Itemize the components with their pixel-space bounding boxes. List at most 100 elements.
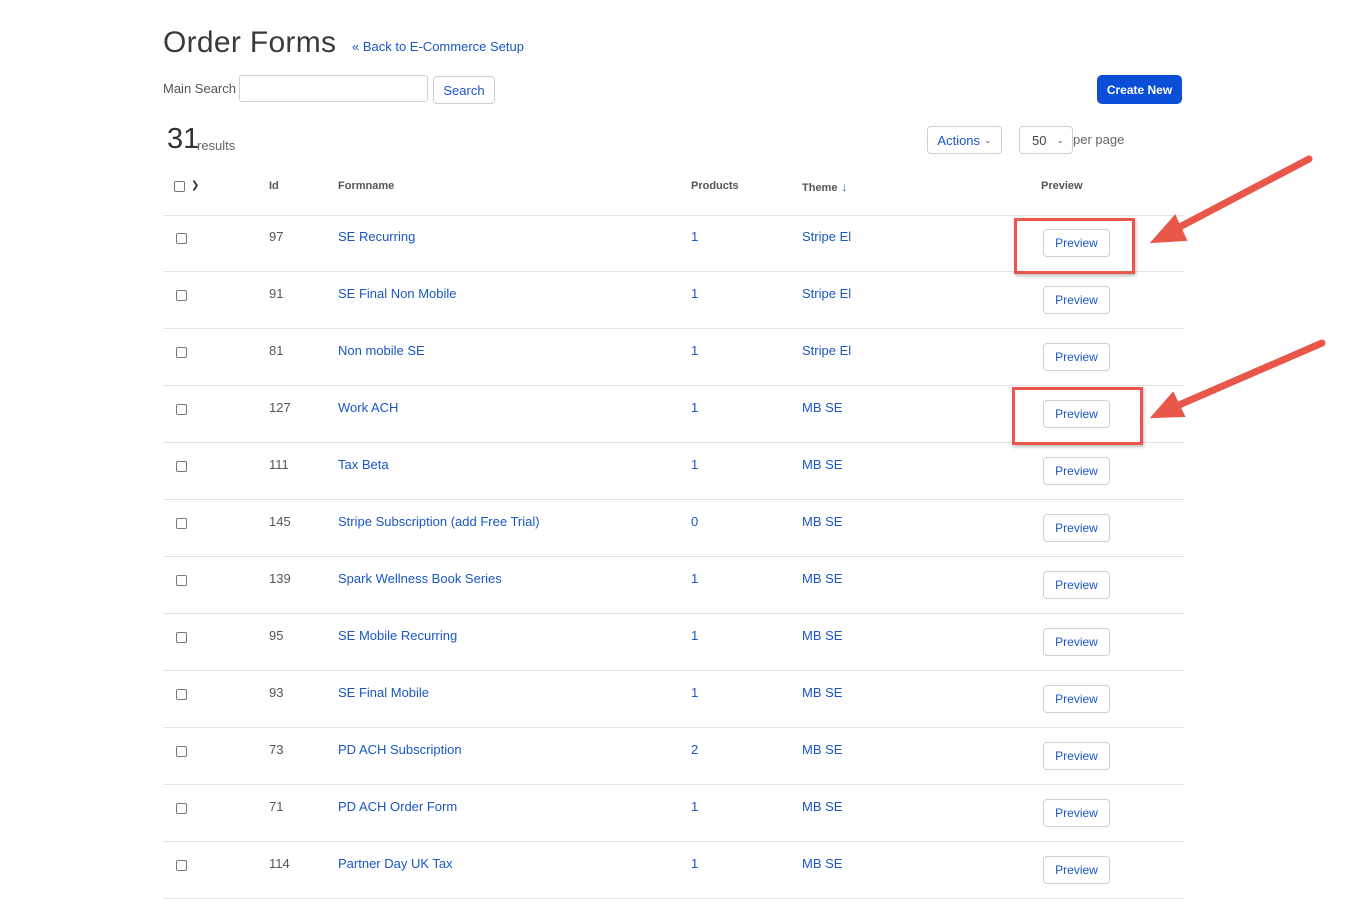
table-row: 145 Stripe Subscription (add Free Trial) 0… xyxy=(163,500,1184,557)
cell-theme-link[interactable]: MB SE xyxy=(802,799,842,814)
results-label: results xyxy=(197,138,236,153)
cell-formname-link[interactable]: Tax Beta xyxy=(338,457,389,472)
cell-theme-link[interactable]: MB SE xyxy=(802,628,842,643)
cell-id: 114 xyxy=(269,856,290,871)
cell-theme-link[interactable]: Stripe El xyxy=(802,229,851,244)
table-row: 111 Tax Beta 1 MB SE Preview xyxy=(163,443,1184,500)
cell-formname-link[interactable]: SE Mobile Recurring xyxy=(338,628,457,643)
cell-formname-link[interactable]: SE Final Mobile xyxy=(338,685,429,700)
cell-id: 111 xyxy=(269,457,289,472)
cell-products-link[interactable]: 1 xyxy=(691,799,698,814)
column-header-formname[interactable]: Formname xyxy=(338,180,394,192)
chevron-down-icon: ⌄ xyxy=(1056,134,1064,145)
preview-button[interactable]: Preview xyxy=(1043,685,1110,713)
row-checkbox[interactable] xyxy=(176,404,187,415)
cell-formname-link[interactable]: Stripe Subscription (add Free Trial) xyxy=(338,514,540,529)
cell-theme-link[interactable]: MB SE xyxy=(802,457,842,472)
table-row: 95 SE Mobile Recurring 1 MB SE Preview xyxy=(163,614,1184,671)
cell-theme-link[interactable]: MB SE xyxy=(802,856,842,871)
cell-formname-link[interactable]: Work ACH xyxy=(338,400,398,415)
preview-button[interactable]: Preview xyxy=(1043,799,1110,827)
cell-formname-link[interactable]: Spark Wellness Book Series xyxy=(338,571,502,586)
cell-products-link[interactable]: 1 xyxy=(691,571,698,586)
cell-products-link[interactable]: 2 xyxy=(691,742,698,757)
annotation-highlight-box xyxy=(1014,218,1135,274)
preview-button[interactable]: Preview xyxy=(1043,514,1110,542)
column-header-id[interactable]: Id xyxy=(269,180,279,192)
chevron-down-icon[interactable]: ❯ xyxy=(191,180,199,191)
cell-id: 93 xyxy=(269,685,284,700)
cell-formname-link[interactable]: Non mobile SE xyxy=(338,343,425,358)
column-header-products[interactable]: Products xyxy=(691,180,739,192)
cell-theme-link[interactable]: MB SE xyxy=(802,742,842,757)
cell-id: 91 xyxy=(269,286,284,301)
column-header-preview: Preview xyxy=(1041,180,1083,192)
cell-products-link[interactable]: 1 xyxy=(691,628,698,643)
cell-formname-link[interactable]: PD ACH Order Form xyxy=(338,799,457,814)
preview-button[interactable]: Preview xyxy=(1043,742,1110,770)
table-row: 81 Non mobile SE 1 Stripe El Preview xyxy=(163,329,1184,386)
cell-theme-link[interactable]: Stripe El xyxy=(802,286,851,301)
preview-button[interactable]: Preview xyxy=(1043,628,1110,656)
search-input[interactable] xyxy=(239,75,428,102)
row-checkbox[interactable] xyxy=(176,233,187,244)
cell-products-link[interactable]: 1 xyxy=(691,400,698,415)
row-checkbox[interactable] xyxy=(176,575,187,586)
per-page-value: 50 xyxy=(1032,132,1047,148)
back-to-ecommerce-link[interactable]: « Back to E-Commerce Setup xyxy=(352,39,524,54)
preview-button[interactable]: Preview xyxy=(1043,856,1110,884)
table-row: 71 PD ACH Order Form 1 MB SE Preview xyxy=(163,785,1184,842)
create-new-button[interactable]: Create New xyxy=(1097,75,1182,104)
row-checkbox[interactable] xyxy=(176,461,187,472)
cell-formname-link[interactable]: PD ACH Subscription xyxy=(338,742,462,757)
preview-button[interactable]: Preview xyxy=(1043,286,1110,314)
row-checkbox[interactable] xyxy=(176,860,187,871)
table-row: 91 SE Final Non Mobile 1 Stripe El Preview xyxy=(163,272,1184,329)
cell-id: 127 xyxy=(269,400,291,415)
cell-products-link[interactable]: 1 xyxy=(691,229,698,244)
cell-theme-link[interactable]: Stripe El xyxy=(802,343,851,358)
row-checkbox[interactable] xyxy=(176,803,187,814)
cell-id: 97 xyxy=(269,229,284,244)
select-all-checkbox[interactable] xyxy=(174,181,185,192)
cell-theme-link[interactable]: MB SE xyxy=(802,685,842,700)
cell-formname-link[interactable]: SE Final Non Mobile xyxy=(338,286,457,301)
page-title: Order Forms xyxy=(163,26,337,59)
cell-id: 71 xyxy=(269,799,284,814)
row-checkbox[interactable] xyxy=(176,290,187,301)
row-checkbox[interactable] xyxy=(176,347,187,358)
cell-id: 145 xyxy=(269,514,291,529)
row-checkbox[interactable] xyxy=(176,689,187,700)
column-header-theme[interactable]: Theme ↓ xyxy=(802,180,847,194)
results-count: 31 xyxy=(167,123,200,155)
per-page-select[interactable]: 50 ⌄ xyxy=(1019,126,1073,154)
cell-theme-link[interactable]: MB SE xyxy=(802,571,842,586)
actions-dropdown[interactable]: Actions ⌄ xyxy=(927,126,1002,154)
cell-theme-link[interactable]: MB SE xyxy=(802,400,842,415)
cell-products-link[interactable]: 1 xyxy=(691,343,698,358)
row-checkbox[interactable] xyxy=(176,518,187,529)
search-label: Main Search xyxy=(163,81,236,96)
cell-formname-link[interactable]: Partner Day UK Tax xyxy=(338,856,453,871)
cell-products-link[interactable]: 1 xyxy=(691,856,698,871)
arrow-down-icon: ↓ xyxy=(841,180,848,194)
cell-id: 95 xyxy=(269,628,284,643)
cell-products-link[interactable]: 1 xyxy=(691,457,698,472)
cell-id: 73 xyxy=(269,742,284,757)
cell-products-link[interactable]: 1 xyxy=(691,685,698,700)
cell-theme-link[interactable]: MB SE xyxy=(802,514,842,529)
actions-label: Actions xyxy=(937,132,981,148)
preview-button[interactable]: Preview xyxy=(1043,457,1110,485)
table-row: 114 Partner Day UK Tax 1 MB SE Preview xyxy=(163,842,1184,899)
row-checkbox[interactable] xyxy=(176,632,187,643)
cell-products-link[interactable]: 0 xyxy=(691,514,698,529)
row-checkbox[interactable] xyxy=(176,746,187,757)
preview-button[interactable]: Preview xyxy=(1043,571,1110,599)
cell-formname-link[interactable]: SE Recurring xyxy=(338,229,415,244)
table-row: 73 PD ACH Subscription 2 MB SE Preview xyxy=(163,728,1184,785)
annotation-highlight-box xyxy=(1012,387,1143,445)
search-button[interactable]: Search xyxy=(433,76,495,104)
cell-products-link[interactable]: 1 xyxy=(691,286,698,301)
table-row: 139 Spark Wellness Book Series 1 MB SE Previ… xyxy=(163,557,1184,614)
preview-button[interactable]: Preview xyxy=(1043,343,1110,371)
